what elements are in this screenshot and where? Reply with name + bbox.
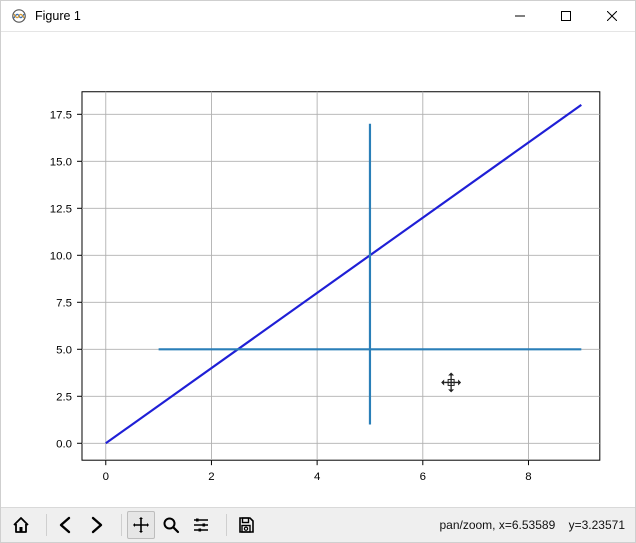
back-button[interactable] xyxy=(52,511,80,539)
minimize-button[interactable] xyxy=(497,1,543,31)
home-button[interactable] xyxy=(7,511,35,539)
toolbar-separator xyxy=(121,514,122,536)
status-mode: pan/zoom, xyxy=(439,518,498,532)
sliders-icon xyxy=(192,516,210,534)
svg-text:12.5: 12.5 xyxy=(50,203,72,215)
home-icon xyxy=(12,516,30,534)
svg-text:4: 4 xyxy=(314,471,321,483)
plot-canvas[interactable]: 0 2 4 6 8 0.0 2.5 5.0 7.5 10.0 12.5 15.0 17.5 xyxy=(1,32,635,507)
svg-text:6: 6 xyxy=(420,471,426,483)
svg-text:17.5: 17.5 xyxy=(50,109,72,121)
svg-text:0: 0 xyxy=(103,471,109,483)
close-button[interactable] xyxy=(589,1,635,31)
cursor-status: pan/zoom, x=6.53589 y=3.23571 xyxy=(439,518,629,532)
svg-text:15.0: 15.0 xyxy=(50,156,72,168)
svg-text:8: 8 xyxy=(525,471,531,483)
svg-text:0.0: 0.0 xyxy=(56,438,72,450)
maximize-button[interactable] xyxy=(543,1,589,31)
zoom-button[interactable] xyxy=(157,511,185,539)
save-button[interactable] xyxy=(232,511,260,539)
status-x-label: x= xyxy=(499,518,512,532)
pan-button[interactable] xyxy=(127,511,155,539)
svg-text:10.0: 10.0 xyxy=(50,250,72,262)
svg-text:5.0: 5.0 xyxy=(56,344,72,356)
status-x-value: 6.53589 xyxy=(512,518,555,532)
chart-svg: 0 2 4 6 8 0.0 2.5 5.0 7.5 10.0 12.5 15.0 17.5 xyxy=(1,32,635,507)
svg-text:7.5: 7.5 xyxy=(56,297,72,309)
app-icon xyxy=(9,6,29,26)
save-icon xyxy=(237,516,255,534)
arrow-right-icon xyxy=(87,516,105,534)
titlebar: Figure 1 xyxy=(1,1,635,32)
pan-cursor-icon xyxy=(441,372,461,392)
zoom-icon xyxy=(162,516,180,534)
window-title: Figure 1 xyxy=(35,9,81,23)
toolbar-separator xyxy=(226,514,227,536)
move-icon xyxy=(132,516,150,534)
status-y-value: 3.23571 xyxy=(582,518,625,532)
subplots-button[interactable] xyxy=(187,511,215,539)
nav-toolbar: pan/zoom, x=6.53589 y=3.23571 xyxy=(1,507,635,542)
arrow-left-icon xyxy=(57,516,75,534)
toolbar-separator xyxy=(46,514,47,536)
figure-window: Figure 1 0 2 4 6 8 0.0 2.5 5.0 7.5 10.0 12.5 15.0 17… xyxy=(0,0,636,543)
svg-text:2.5: 2.5 xyxy=(56,391,72,403)
svg-text:2: 2 xyxy=(208,471,214,483)
forward-button[interactable] xyxy=(82,511,110,539)
status-y-label: y= xyxy=(569,518,582,532)
